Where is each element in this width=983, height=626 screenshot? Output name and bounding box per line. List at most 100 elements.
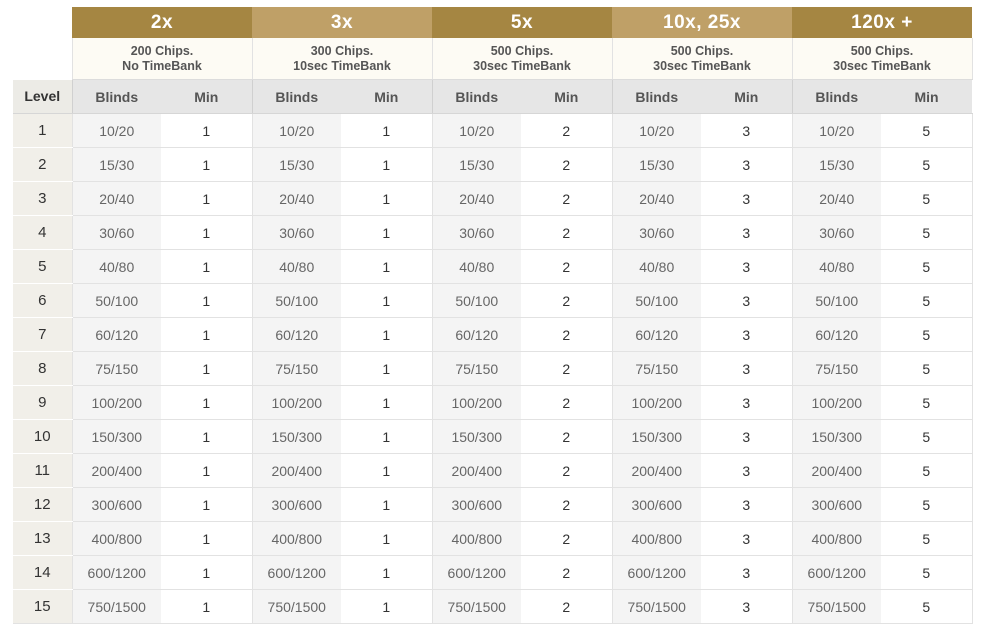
blinds-column-header: Blinds xyxy=(251,79,341,114)
multiplier-header: 3x xyxy=(252,7,432,38)
min-cell: 1 xyxy=(341,181,432,216)
level-cell: 7 xyxy=(13,317,72,352)
min-cell: 2 xyxy=(521,351,612,386)
multiplier-header: 5x xyxy=(432,7,612,38)
table-row: 1 10/20 1 10/20 1 10/20 2 10/20 3 10/20 5 xyxy=(13,113,973,148)
chips-timebank-cell: 500 Chips. 30sec TimeBank xyxy=(431,38,613,80)
chips-timebank-cell: 300 Chips. 10sec TimeBank xyxy=(251,38,433,80)
chips-timebank-cell: 500 Chips. 30sec TimeBank xyxy=(611,38,793,80)
min-cell: 1 xyxy=(161,317,252,352)
table-body: 1 10/20 1 10/20 1 10/20 2 10/20 3 10/20 5 2 15/30 1 15… xyxy=(13,113,973,624)
min-cell: 1 xyxy=(341,249,432,284)
blinds-cell: 75/150 xyxy=(791,351,881,386)
min-cell: 5 xyxy=(881,351,973,386)
min-cell: 2 xyxy=(521,385,612,420)
table-row: 10 150/300 1 150/300 1 150/300 2 150/300 3 150/30… xyxy=(13,419,973,454)
blinds-column-header: Blinds xyxy=(71,79,161,114)
min-cell: 1 xyxy=(161,181,252,216)
blinds-cell: 600/1200 xyxy=(431,555,521,590)
min-cell: 5 xyxy=(881,181,973,216)
blinds-cell: 400/800 xyxy=(791,521,881,556)
level-cell: 5 xyxy=(13,249,72,284)
min-cell: 2 xyxy=(521,487,612,522)
min-column-header: Min xyxy=(701,79,792,114)
min-cell: 3 xyxy=(701,113,792,148)
level-cell: 9 xyxy=(13,385,72,420)
min-cell: 2 xyxy=(521,419,612,454)
min-cell: 1 xyxy=(161,521,252,556)
chips-timebank-cell: 200 Chips. No TimeBank xyxy=(71,38,253,80)
blinds-cell: 40/80 xyxy=(251,249,341,284)
blinds-cell: 10/20 xyxy=(71,113,161,148)
min-column-header: Min xyxy=(521,79,612,114)
min-cell: 5 xyxy=(881,113,973,148)
min-cell: 5 xyxy=(881,487,973,522)
min-cell: 2 xyxy=(521,113,612,148)
min-cell: 1 xyxy=(341,113,432,148)
min-cell: 2 xyxy=(521,147,612,182)
level-cell: 14 xyxy=(13,555,72,590)
min-cell: 1 xyxy=(341,385,432,420)
level-cell: 10 xyxy=(13,419,72,454)
blinds-cell: 30/60 xyxy=(71,215,161,250)
blinds-cell: 400/800 xyxy=(611,521,701,556)
blinds-cell: 100/200 xyxy=(611,385,701,420)
level-cell: 1 xyxy=(13,113,72,148)
level-cell: 13 xyxy=(13,521,72,556)
blinds-cell: 20/40 xyxy=(791,181,881,216)
table-row: 7 60/120 1 60/120 1 60/120 2 60/120 3 60/120 5 xyxy=(13,317,973,352)
blinds-cell: 750/1500 xyxy=(251,589,341,624)
multiplier-header: 2x xyxy=(72,7,252,38)
blind-structure-table: 2x 3x 5x 10x, 25x 120x + 200 Chips. No Ti… xyxy=(13,7,973,624)
blinds-cell: 150/300 xyxy=(71,419,161,454)
blinds-cell: 30/60 xyxy=(611,215,701,250)
min-cell: 2 xyxy=(521,453,612,488)
blinds-cell: 40/80 xyxy=(71,249,161,284)
blinds-cell: 300/600 xyxy=(431,487,521,522)
blinds-cell: 40/80 xyxy=(431,249,521,284)
table-row: 4 30/60 1 30/60 1 30/60 2 30/60 3 30/60 5 xyxy=(13,215,973,250)
multiplier-header: 120x + xyxy=(792,7,972,38)
blinds-cell: 600/1200 xyxy=(791,555,881,590)
blinds-cell: 200/400 xyxy=(431,453,521,488)
chips-header-row: 200 Chips. No TimeBank 300 Chips. 10sec Ti… xyxy=(13,38,973,80)
chips-label: 500 Chips. xyxy=(850,43,914,58)
timebank-label: 10sec TimeBank xyxy=(293,58,391,73)
min-cell: 2 xyxy=(521,521,612,556)
min-cell: 3 xyxy=(701,521,792,556)
min-cell: 1 xyxy=(161,555,252,590)
corner-spacer xyxy=(13,7,72,38)
table-row: 11 200/400 1 200/400 1 200/400 2 200/400 3 200/40… xyxy=(13,453,973,488)
blinds-cell: 15/30 xyxy=(71,147,161,182)
min-cell: 5 xyxy=(881,317,973,352)
level-cell: 12 xyxy=(13,487,72,522)
blinds-cell: 400/800 xyxy=(71,521,161,556)
blinds-cell: 400/800 xyxy=(431,521,521,556)
min-cell: 1 xyxy=(161,113,252,148)
min-cell: 2 xyxy=(521,249,612,284)
min-cell: 1 xyxy=(341,317,432,352)
blinds-cell: 150/300 xyxy=(431,419,521,454)
blinds-cell: 150/300 xyxy=(611,419,701,454)
min-cell: 5 xyxy=(881,147,973,182)
level-cell: 3 xyxy=(13,181,72,216)
min-cell: 5 xyxy=(881,555,973,590)
blinds-cell: 750/1500 xyxy=(611,589,701,624)
table-row: 5 40/80 1 40/80 1 40/80 2 40/80 3 40/80 5 xyxy=(13,249,973,284)
blinds-cell: 10/20 xyxy=(251,113,341,148)
blinds-cell: 20/40 xyxy=(251,181,341,216)
min-cell: 1 xyxy=(341,521,432,556)
min-cell: 3 xyxy=(701,283,792,318)
blinds-column-header: Blinds xyxy=(431,79,521,114)
chips-label: 200 Chips. xyxy=(130,43,194,58)
level-cell: 8 xyxy=(13,351,72,386)
min-cell: 1 xyxy=(341,419,432,454)
blinds-cell: 30/60 xyxy=(251,215,341,250)
min-cell: 1 xyxy=(341,589,432,624)
blinds-cell: 300/600 xyxy=(611,487,701,522)
timebank-label: 30sec TimeBank xyxy=(473,58,571,73)
table-row: 9 100/200 1 100/200 1 100/200 2 100/200 3 100/200… xyxy=(13,385,973,420)
min-cell: 3 xyxy=(701,351,792,386)
timebank-label: 30sec TimeBank xyxy=(653,58,751,73)
blinds-cell: 50/100 xyxy=(251,283,341,318)
